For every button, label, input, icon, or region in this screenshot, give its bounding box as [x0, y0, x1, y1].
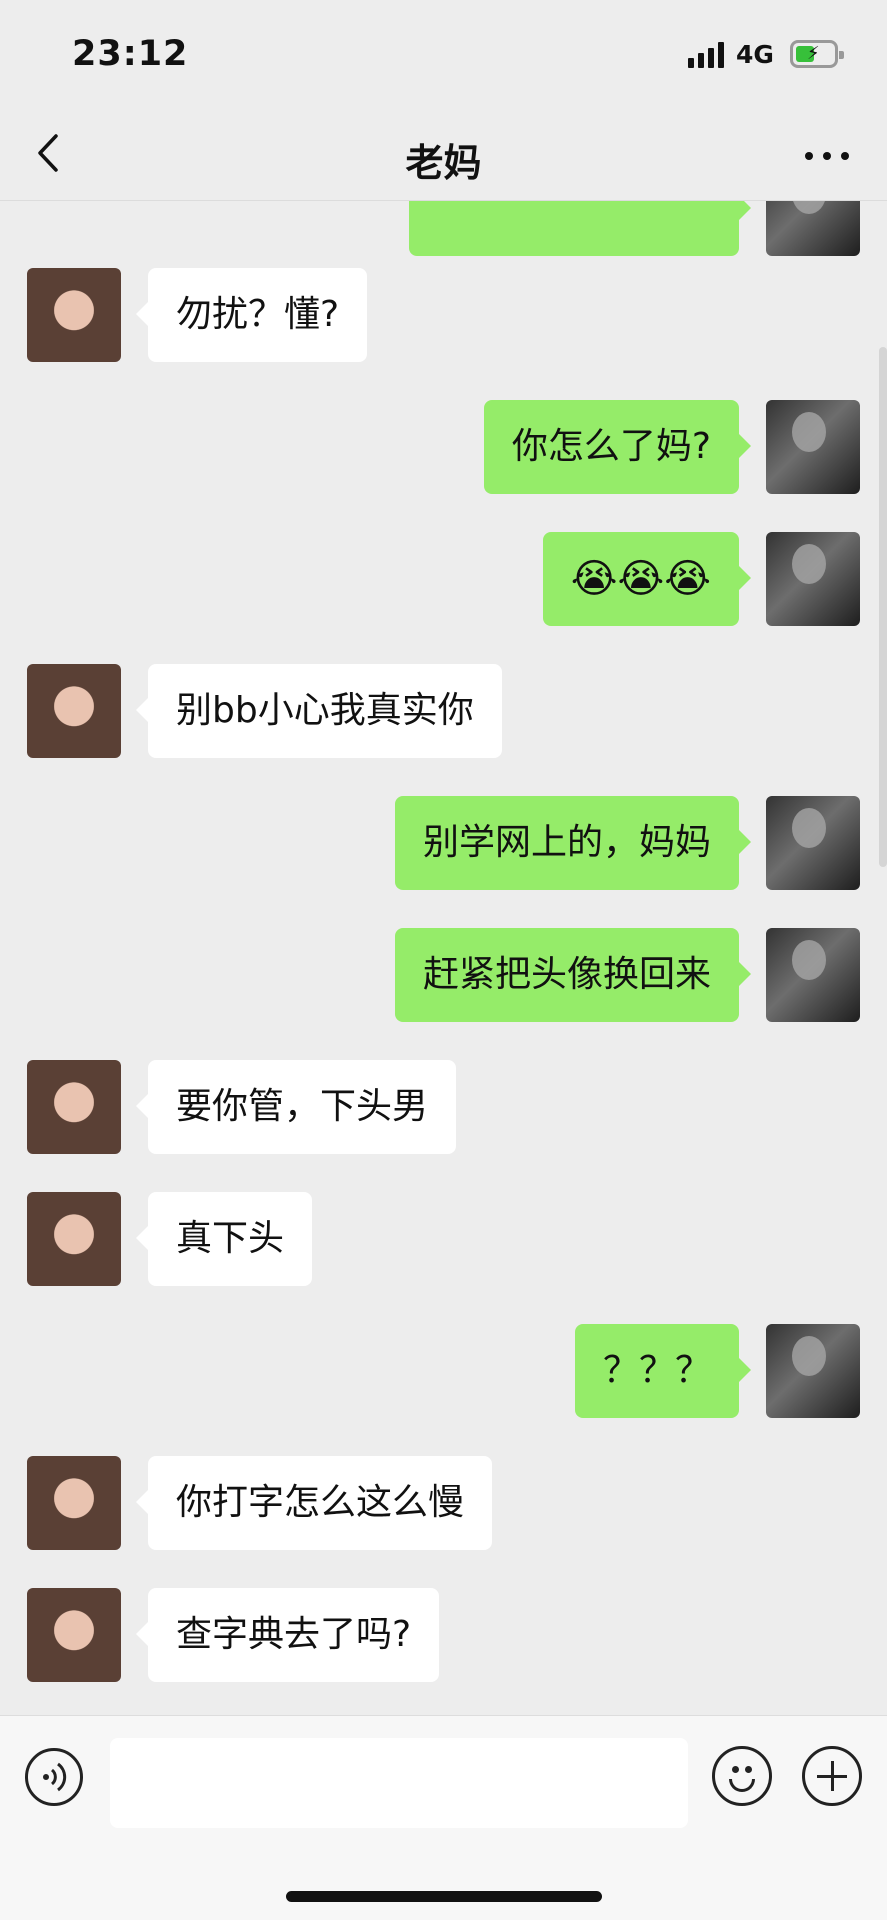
message-bubble[interactable]: 别学网上的，妈妈: [394, 796, 752, 890]
avatar-mom[interactable]: [27, 1456, 121, 1550]
message-row-partial: [0, 200, 887, 258]
home-indicator[interactable]: [286, 1891, 602, 1902]
chat-list[interactable]: 勿扰？懂? 你怎么了妈? 😭😭😭 别bb小心我真实你 别学网上的，妈妈 赶紧把头…: [0, 200, 887, 1715]
network-label: 4G: [736, 40, 774, 69]
avatar-me[interactable]: [766, 400, 860, 494]
voice-button[interactable]: [25, 1748, 83, 1806]
message-bubble[interactable]: [409, 200, 751, 256]
emoji-button[interactable]: [712, 1746, 772, 1806]
message-row: 别学网上的，妈妈: [0, 796, 887, 892]
avatar-mom[interactable]: [27, 1060, 121, 1154]
message-bubble[interactable]: 勿扰？懂?: [135, 268, 368, 362]
avatar-me[interactable]: [766, 796, 860, 890]
status-time: 23:12: [72, 34, 189, 74]
avatar-mom[interactable]: [27, 1588, 121, 1682]
message-bubble[interactable]: 要你管，下头男: [135, 1060, 457, 1154]
message-bubble[interactable]: 你打字怎么这么慢: [135, 1456, 493, 1550]
avatar-mom[interactable]: [27, 1192, 121, 1286]
message-row: 要你管，下头男: [0, 1060, 887, 1156]
chat-title: 老妈: [405, 141, 482, 185]
message-row: 勿扰？懂?: [0, 268, 887, 364]
message-bubble[interactable]: 查字典去了吗?: [135, 1588, 440, 1682]
avatar-mom[interactable]: [27, 664, 121, 758]
message-bubble-emoji[interactable]: 😭😭😭: [542, 532, 752, 626]
status-bar: 23:12 4G ⚡: [0, 0, 887, 110]
message-bubble[interactable]: 赶紧把头像换回来: [394, 928, 752, 1022]
avatar-me[interactable]: [766, 532, 860, 626]
nav-bar: 老妈: [0, 110, 887, 201]
message-row: 真下头: [0, 1192, 887, 1288]
signal-icon: [688, 42, 724, 68]
message-bubble[interactable]: 真下头: [135, 1192, 313, 1286]
avatar-me[interactable]: [766, 928, 860, 1022]
input-bar: [0, 1715, 887, 1841]
message-bubble[interactable]: 别bb小心我真实你: [136, 664, 502, 758]
battery-icon: ⚡: [790, 40, 844, 68]
message-row: 查字典去了吗?: [0, 1588, 887, 1684]
message-row: 😭😭😭: [0, 532, 887, 628]
home-area: [0, 1840, 887, 1920]
message-row: ？？？: [0, 1324, 887, 1420]
more-button[interactable]: [797, 138, 857, 178]
avatar-me[interactable]: [766, 1324, 860, 1418]
message-row: 你怎么了妈?: [0, 400, 887, 496]
plus-button[interactable]: [802, 1746, 862, 1806]
scrollbar[interactable]: [879, 347, 887, 867]
message-bubble[interactable]: ？？？: [574, 1324, 752, 1418]
message-bubble[interactable]: 你怎么了妈?: [483, 400, 752, 494]
avatar-mom[interactable]: [27, 268, 121, 362]
message-input[interactable]: [110, 1738, 688, 1828]
avatar-me[interactable]: [766, 200, 860, 256]
message-row: 赶紧把头像换回来: [0, 928, 887, 1024]
message-row: 你打字怎么这么慢: [0, 1456, 887, 1552]
voice-icon: [43, 1762, 67, 1792]
message-row: 别bb小心我真实你: [0, 664, 887, 760]
